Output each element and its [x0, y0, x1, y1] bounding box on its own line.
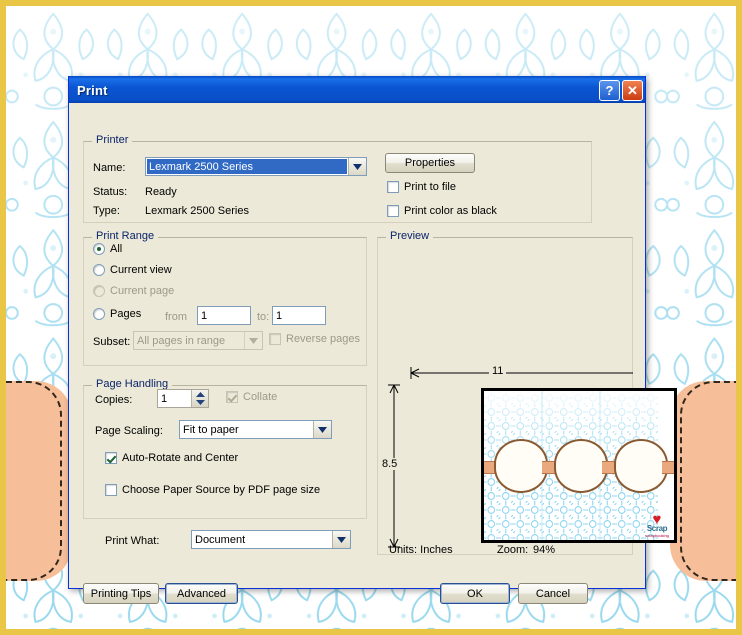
- radio-icon: [93, 285, 105, 297]
- choose-paper-source-label: Choose Paper Source by PDF page size: [122, 484, 321, 496]
- page-scaling-value: Fit to paper: [183, 424, 239, 436]
- scrapbook-logo: ♥ Scrap scrapbooking: [642, 510, 672, 538]
- printer-group-title: Printer: [92, 134, 133, 146]
- dialog-title: Print: [77, 82, 108, 98]
- properties-button[interactable]: Properties: [385, 153, 475, 173]
- printer-status-label: Status:: [93, 186, 128, 198]
- radio-icon: [93, 264, 105, 276]
- printer-type-label: Type:: [93, 205, 120, 217]
- chevron-down-icon: [244, 332, 262, 349]
- copies-stepper[interactable]: 1: [157, 389, 209, 408]
- radio-icon: [93, 243, 105, 255]
- checkbox-icon: [269, 333, 281, 345]
- reverse-pages-label: Reverse pages: [286, 333, 360, 345]
- printer-name-label: Name:: [93, 162, 126, 174]
- spinner-arrows-icon[interactable]: [191, 390, 208, 407]
- collate-label: Collate: [243, 391, 278, 403]
- radio-current-view[interactable]: Current view: [93, 264, 172, 276]
- preview-oval-frame-3: [614, 438, 668, 493]
- desktop: Print ? ✕ Printer Name: Lexmark 2500 Ser…: [0, 0, 742, 635]
- preview-height-label: 8.5: [379, 458, 401, 470]
- checkbox-icon: [387, 205, 399, 217]
- preview-frames-row: [484, 438, 674, 493]
- ok-button[interactable]: OK: [440, 583, 510, 604]
- preview-zoom-label: Zoom:: [497, 544, 529, 556]
- auto-rotate-checkbox[interactable]: Auto-Rotate and Center: [105, 452, 238, 464]
- preview-zoom-value: 94%: [533, 544, 556, 556]
- preview-oval-frame-1: [494, 438, 548, 493]
- preview-oval-frame-2: [554, 438, 608, 493]
- radio-current-page-label: Current page: [110, 285, 175, 297]
- choose-paper-source-checkbox[interactable]: Choose Paper Source by PDF page size: [105, 484, 320, 496]
- checkbox-icon: [226, 391, 238, 403]
- radio-current-page: Current page: [93, 285, 174, 297]
- checkbox-icon: [387, 181, 399, 193]
- pages-to-input[interactable]: 1: [272, 306, 326, 325]
- copies-label: Copies:: [95, 394, 133, 406]
- printing-tips-button[interactable]: Printing Tips: [83, 583, 159, 604]
- print-what-combo[interactable]: Document: [191, 530, 351, 549]
- pages-from-input[interactable]: 1: [197, 306, 251, 325]
- preview-units-label: Units: Inches: [389, 544, 453, 556]
- pages-from-label: from: [165, 311, 187, 323]
- reverse-pages-checkbox: Reverse pages: [269, 333, 360, 345]
- logo-subtext: scrapbooking: [645, 533, 669, 538]
- radio-current-view-label: Current view: [110, 264, 172, 276]
- help-button[interactable]: ?: [599, 79, 620, 101]
- print-what-value: Document: [195, 534, 246, 546]
- frame-connector: [662, 460, 674, 474]
- subset-label: Subset:: [93, 336, 131, 348]
- subset-combo: All pages in range: [133, 331, 263, 350]
- page-scaling-label: Page Scaling:: [95, 425, 163, 437]
- wallpaper-stitch-right: [680, 381, 736, 581]
- radio-pages[interactable]: Pages: [93, 308, 141, 320]
- chevron-down-icon[interactable]: [332, 531, 350, 548]
- preview-paper: ♥ Scrap scrapbooking: [481, 388, 677, 543]
- close-icon[interactable]: ✕: [622, 79, 643, 101]
- radio-all[interactable]: All: [93, 243, 122, 255]
- radio-icon: [93, 308, 105, 320]
- preview-width-label: 11: [489, 365, 507, 377]
- printer-name-combo[interactable]: Lexmark 2500 Series: [145, 157, 367, 176]
- printer-name-value: Lexmark 2500 Series: [147, 159, 347, 174]
- printer-type-value: Lexmark 2500 Series: [145, 205, 249, 217]
- pages-to-label: to:: [257, 311, 270, 323]
- print-to-file-checkbox[interactable]: Print to file: [387, 181, 456, 193]
- subset-value: All pages in range: [137, 335, 226, 347]
- print-what-label: Print What:: [105, 535, 160, 547]
- advanced-button[interactable]: Advanced: [165, 583, 238, 604]
- page-scaling-combo[interactable]: Fit to paper: [179, 420, 332, 439]
- dialog-titlebar: Print ? ✕: [69, 76, 645, 103]
- printer-status-value: Ready: [145, 186, 177, 198]
- auto-rotate-label: Auto-Rotate and Center: [122, 452, 239, 464]
- print-color-as-black-label: Print color as black: [404, 205, 497, 217]
- copies-value: 1: [161, 393, 168, 405]
- logo-word: Scrap: [646, 524, 668, 533]
- checkbox-icon: [105, 452, 117, 464]
- print-dialog: Print ? ✕ Printer Name: Lexmark 2500 Ser…: [68, 76, 677, 604]
- print-to-file-label: Print to file: [404, 181, 456, 193]
- print-color-as-black-checkbox[interactable]: Print color as black: [387, 205, 497, 217]
- radio-all-label: All: [110, 243, 123, 255]
- wallpaper-stitch-left: [6, 381, 62, 581]
- chevron-down-icon[interactable]: [348, 158, 366, 175]
- checkbox-icon: [105, 484, 117, 496]
- radio-pages-label: Pages: [110, 308, 142, 320]
- chevron-down-icon[interactable]: [313, 421, 331, 438]
- collate-checkbox: Collate: [226, 391, 277, 403]
- cancel-button[interactable]: Cancel: [518, 583, 588, 604]
- print-range-group-title: Print Range: [92, 230, 159, 242]
- dialog-body: Printer Name: Lexmark 2500 Series Status…: [69, 103, 677, 604]
